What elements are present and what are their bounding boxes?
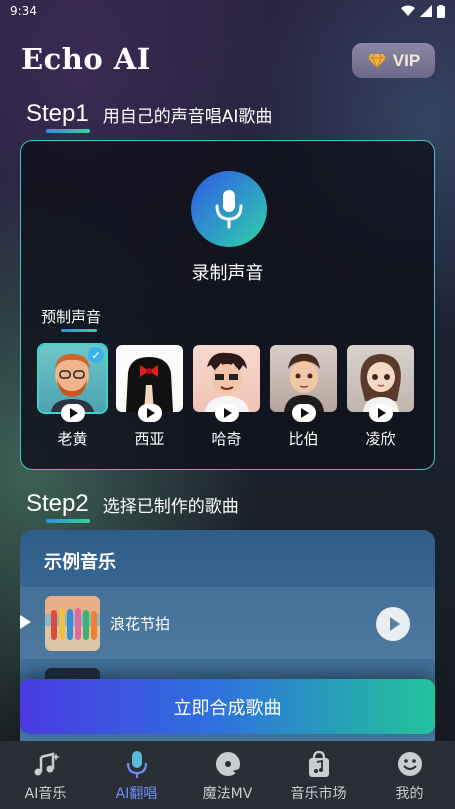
current-song-indicator-icon [20,615,31,629]
voice-play-icon[interactable] [292,404,316,422]
step2-label: Step2 [26,490,90,523]
microphone-icon [126,751,147,778]
voice-name: 哈奇 [211,430,242,448]
status-bar: 9:34 [0,0,455,22]
voice-play-icon[interactable] [61,404,85,422]
bottom-tab-bar: AI音乐 AI翻唱 魔法MV 音乐市场 我的 [0,741,455,809]
voice-item-xiya[interactable]: 西亚 [116,345,183,449]
avatar-illustration [360,354,401,412]
signal-icon [420,5,432,17]
synthesize-song-button[interactable]: 立即合成歌曲 [20,679,435,734]
voice-avatar [270,345,337,422]
record-label: 录制声音 [191,263,264,284]
voice-avatar [193,345,260,422]
voice-avatar [347,345,414,422]
status-icons [401,4,445,18]
tab-label: 我的 [395,786,424,802]
voice-name: 凌欣 [365,430,396,448]
record-card: 录制声音 预制声音 ✓ 老黄 西亚 哈奇 比伯 凌欣 [20,140,435,470]
step1-header: Step1 用自己的声音唱AI歌曲 [26,100,273,133]
tab-magic-mv[interactable]: 魔法MV [182,741,273,809]
diamond-icon [367,53,386,69]
vinyl-icon [215,752,240,776]
step2-header: Step2 选择已制作的歌曲 [26,490,239,523]
song-list-item[interactable]: 浪花节拍 [20,587,435,659]
voice-play-icon[interactable] [138,404,162,422]
shopping-bag-music-icon [308,750,329,777]
song-list-title: 示例音乐 [44,552,116,573]
tab-label: 魔法MV [202,786,253,802]
tab-ai-cover[interactable]: AI翻唱 [91,741,182,809]
voice-item-bibo[interactable]: 比伯 [270,345,337,449]
voice-name: 比伯 [288,430,319,448]
preset-underline [61,329,97,332]
smiley-icon [397,752,422,776]
song-play-button[interactable] [376,607,410,641]
vip-button[interactable]: VIP [352,43,435,78]
wifi-icon [401,5,415,16]
selected-check-icon: ✓ [88,347,104,363]
step1-text: 用自己的声音唱AI歌曲 [102,106,273,127]
music-note-sparkle-icon [34,752,60,776]
status-time: 9:34 [10,4,37,18]
voice-item-laohuang[interactable]: ✓ 老黄 [37,343,108,449]
preset-title: 预制声音 [41,308,102,326]
voice-avatar [116,345,183,422]
voice-name: 老黄 [57,430,88,448]
avatar-illustration [205,352,249,412]
record-mic-button[interactable] [191,171,267,247]
step1-label: Step1 [26,100,90,133]
avatar-illustration [126,357,173,412]
tab-label: AI音乐 [24,786,67,802]
battery-icon [437,4,445,18]
avatar-illustration [284,353,324,412]
tab-label: 音乐市场 [290,786,347,802]
preset-voice-list: ✓ 老黄 西亚 哈奇 比伯 凌欣 [37,343,414,449]
vip-label: VIP [392,50,421,70]
song-name: 浪花节拍 [110,615,171,633]
tab-music-market[interactable]: 音乐市场 [273,741,364,809]
app-title: Echo AI [21,42,151,76]
tab-label: AI翻唱 [115,786,158,802]
voice-play-icon[interactable] [215,404,239,422]
voice-play-icon[interactable] [369,404,393,422]
voice-name: 西亚 [134,430,165,448]
song-cover-image [45,596,100,651]
voice-item-haqi[interactable]: 哈奇 [193,345,260,449]
tab-ai-music[interactable]: AI音乐 [0,741,91,809]
voice-item-lingxin[interactable]: 凌欣 [347,345,414,449]
microphone-icon [215,190,243,229]
tab-mine[interactable]: 我的 [364,741,455,809]
step2-text: 选择已制作的歌曲 [102,496,239,517]
voice-avatar: ✓ [37,343,108,422]
